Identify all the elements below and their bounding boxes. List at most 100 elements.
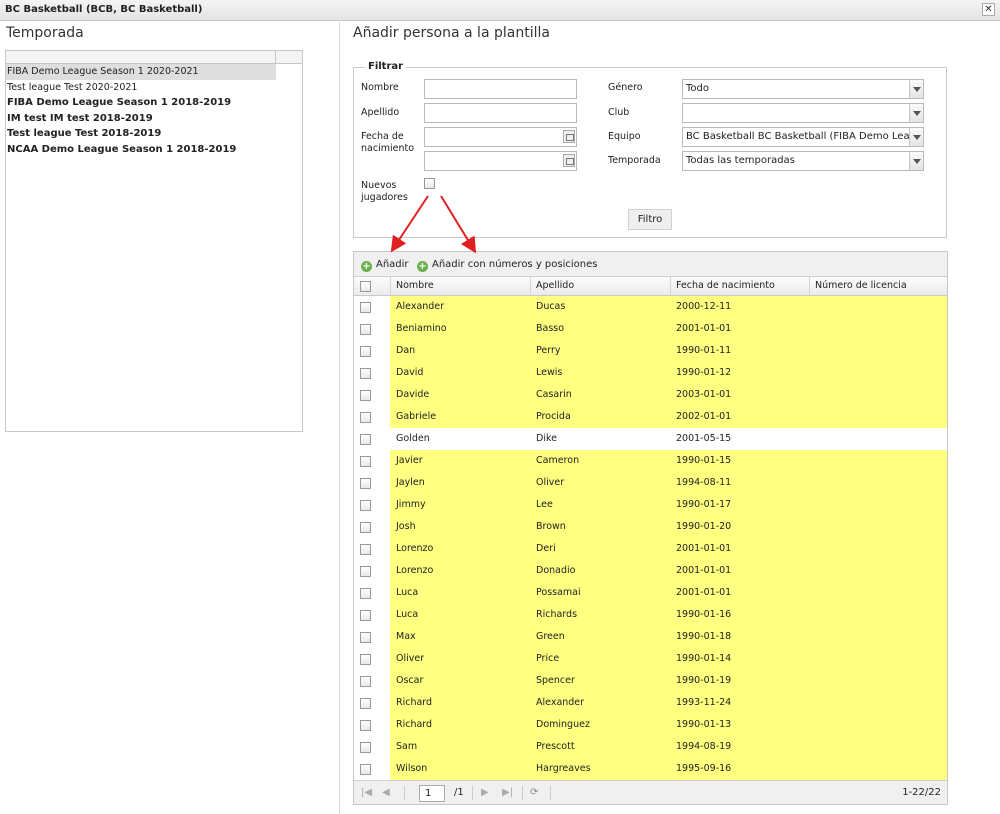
cell-fecha: 1994-08-11 [670, 472, 809, 494]
filter-button[interactable]: Filtro [628, 209, 672, 230]
table-row[interactable]: Wilson Hargreaves 1995-09-16 [354, 758, 947, 780]
nombre-input[interactable] [424, 79, 577, 99]
genero-select[interactable]: Todo [682, 79, 924, 99]
row-checkbox[interactable] [360, 764, 371, 775]
season-item[interactable]: IM test IM test 2018-2019 [6, 111, 276, 127]
cell-licencia [809, 472, 947, 494]
equipo-label: Equipo [608, 131, 641, 142]
row-checkbox[interactable] [360, 302, 371, 313]
row-checkbox[interactable] [360, 720, 371, 731]
cell-nombre: Davide [390, 384, 530, 406]
row-checkbox[interactable] [360, 522, 371, 533]
row-checkbox[interactable] [360, 588, 371, 599]
table-row[interactable]: Golden Dike 2001-05-15 [354, 428, 947, 450]
row-checkbox[interactable] [360, 390, 371, 401]
row-checkbox[interactable] [360, 346, 371, 357]
row-select-cell [354, 296, 390, 318]
calendar-icon[interactable] [563, 130, 575, 143]
table-row[interactable]: Javier Cameron 1990-01-15 [354, 450, 947, 472]
table-row[interactable]: David Lewis 1990-01-12 [354, 362, 947, 384]
cell-apellido: Brown [530, 516, 670, 538]
close-icon[interactable]: ✕ [982, 3, 995, 16]
table-row[interactable]: Josh Brown 1990-01-20 [354, 516, 947, 538]
row-select-cell [354, 428, 390, 450]
row-checkbox[interactable] [360, 654, 371, 665]
temporada-label: Temporada [608, 155, 661, 166]
cell-licencia [809, 406, 947, 428]
row-checkbox[interactable] [360, 676, 371, 687]
table-row[interactable]: Dan Perry 1990-01-11 [354, 340, 947, 362]
table-row[interactable]: Lorenzo Donadio 2001-01-01 [354, 560, 947, 582]
table-row[interactable]: Luca Possamai 2001-01-01 [354, 582, 947, 604]
row-checkbox[interactable] [360, 632, 371, 643]
table-row[interactable]: Richard Dominguez 1990-01-13 [354, 714, 947, 736]
grid-header: Nombre Apellido Fecha de nacimiento Núme… [354, 277, 947, 296]
fecha-from-input[interactable] [424, 127, 577, 147]
row-checkbox[interactable] [360, 412, 371, 423]
chevron-down-icon[interactable] [909, 104, 923, 122]
column-header-apellido[interactable]: Apellido [530, 277, 670, 296]
row-checkbox[interactable] [360, 456, 371, 467]
season-item[interactable]: FIBA Demo League Season 1 2018-2019 [6, 95, 276, 111]
table-row[interactable]: Oscar Spencer 1990-01-19 [354, 670, 947, 692]
add-icon: + [361, 261, 372, 272]
column-header-fecha[interactable]: Fecha de nacimiento [670, 277, 809, 296]
table-row[interactable]: Gabriele Procida 2002-01-01 [354, 406, 947, 428]
season-item[interactable]: NCAA Demo League Season 1 2018-2019 [6, 142, 276, 158]
table-row[interactable]: Davide Casarin 2003-01-01 [354, 384, 947, 406]
fecha-to-input[interactable] [424, 151, 577, 171]
cell-nombre: David [390, 362, 530, 384]
table-row[interactable]: Oliver Price 1990-01-14 [354, 648, 947, 670]
row-checkbox[interactable] [360, 434, 371, 445]
table-row[interactable]: Max Green 1990-01-18 [354, 626, 947, 648]
select-all-checkbox[interactable] [360, 281, 371, 292]
temporada-select[interactable]: Todas las temporadas [682, 151, 924, 171]
first-page-icon[interactable]: |◀ [361, 787, 372, 799]
next-page-icon[interactable]: ▶ [481, 787, 489, 799]
calendar-icon[interactable] [563, 154, 575, 167]
cell-nombre: Wilson [390, 758, 530, 780]
cell-fecha: 1995-09-16 [670, 758, 809, 780]
chevron-down-icon[interactable] [909, 80, 923, 98]
last-page-icon[interactable]: ▶| [502, 787, 513, 799]
page-input[interactable]: 1 [419, 785, 445, 802]
cell-nombre: Jaylen [390, 472, 530, 494]
equipo-select[interactable]: BC Basketball BC Basketball (FIBA Demo L… [682, 127, 924, 147]
refresh-icon[interactable]: ⟳ [530, 787, 538, 799]
table-row[interactable]: Jaylen Oliver 1994-08-11 [354, 472, 947, 494]
pager-summary: 1-22/22 [902, 787, 941, 798]
table-row[interactable]: Richard Alexander 1993-11-24 [354, 692, 947, 714]
row-checkbox[interactable] [360, 544, 371, 555]
row-checkbox[interactable] [360, 566, 371, 577]
cell-fecha: 2002-01-01 [670, 406, 809, 428]
season-item[interactable]: Test league Test 2018-2019 [6, 126, 276, 142]
chevron-down-icon[interactable] [909, 152, 923, 170]
nuevos-checkbox[interactable] [424, 178, 435, 189]
table-row[interactable]: Alexander Ducas 2000-12-11 [354, 296, 947, 318]
add-button[interactable]: + Añadir [361, 258, 409, 272]
row-checkbox[interactable] [360, 500, 371, 511]
row-checkbox[interactable] [360, 368, 371, 379]
season-item[interactable]: FIBA Demo League Season 1 2020-2021 [6, 64, 276, 80]
chevron-down-icon[interactable] [909, 128, 923, 146]
row-checkbox[interactable] [360, 698, 371, 709]
table-row[interactable]: Sam Prescott 1994-08-19 [354, 736, 947, 758]
cell-licencia [809, 648, 947, 670]
table-row[interactable]: Lorenzo Deri 2001-01-01 [354, 538, 947, 560]
row-checkbox[interactable] [360, 610, 371, 621]
row-checkbox[interactable] [360, 742, 371, 753]
season-item[interactable]: Test league Test 2020-2021 [6, 80, 276, 96]
club-select[interactable] [682, 103, 924, 123]
row-checkbox[interactable] [360, 478, 371, 489]
column-header-licencia[interactable]: Número de licencia [809, 277, 947, 296]
table-row[interactable]: Beniamino Basso 2001-01-01 [354, 318, 947, 340]
table-row[interactable]: Jimmy Lee 1990-01-17 [354, 494, 947, 516]
grid-pager: |◀ ◀ 1 /1 ▶ ▶| ⟳ 1-22/22 [354, 780, 947, 804]
cell-apellido: Price [530, 648, 670, 670]
table-row[interactable]: Luca Richards 1990-01-16 [354, 604, 947, 626]
column-header-nombre[interactable]: Nombre [390, 277, 530, 296]
add-with-numbers-button[interactable]: + Añadir con números y posiciones [417, 258, 597, 272]
prev-page-icon[interactable]: ◀ [382, 787, 390, 799]
apellido-input[interactable] [424, 103, 577, 123]
row-checkbox[interactable] [360, 324, 371, 335]
